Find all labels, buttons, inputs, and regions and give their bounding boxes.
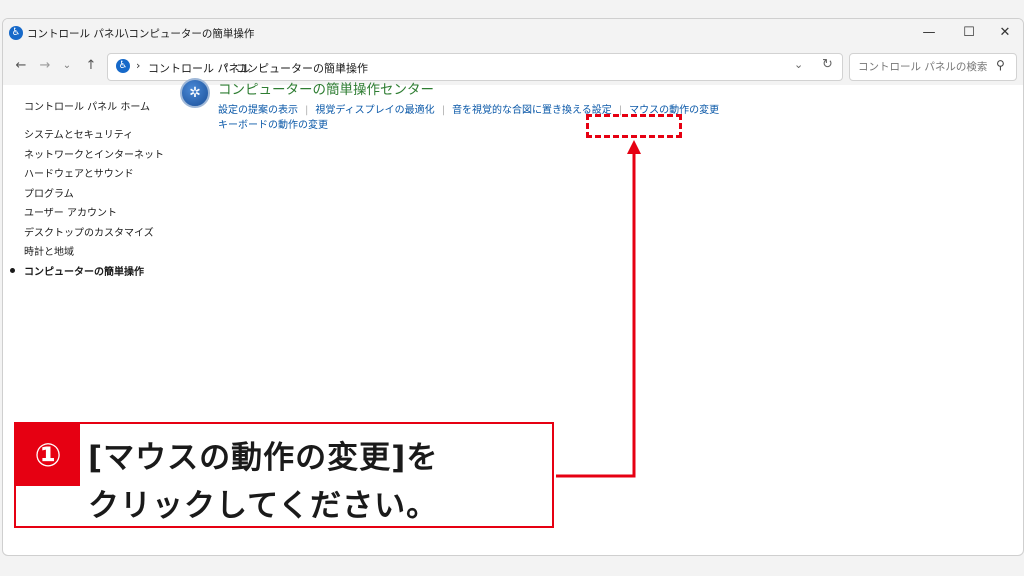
breadcrumb-separator-icon[interactable]: ›: [340, 59, 344, 72]
step-number-badge: ①: [16, 424, 80, 486]
sidebar-item-clock-region[interactable]: 時計と地域: [24, 243, 74, 258]
breadcrumb-ease-of-access[interactable]: コンピューターの簡単操作: [236, 60, 368, 76]
sidebar-item-ease-of-access[interactable]: コンピューターの簡単操作: [24, 263, 144, 278]
sidebar-item-network[interactable]: ネットワークとインターネット: [24, 146, 164, 161]
ease-of-access-center-title[interactable]: コンピューターの簡単操作センター: [218, 78, 434, 98]
accessibility-icon: ♿: [116, 59, 130, 73]
link-optimize-display[interactable]: 視覚ディスプレイの最適化: [315, 105, 434, 116]
instruction-line-2: クリックしてください。: [88, 488, 439, 524]
address-bar[interactable]: ♿ › コントロール パネル › コンピューターの簡単操作 › ⌄ ↻: [107, 53, 843, 81]
instruction-line-1: [マウスの動作の変更]を: [88, 440, 439, 476]
breadcrumb-separator-icon[interactable]: ›: [224, 59, 228, 72]
link-suggested-settings[interactable]: 設定の提案の表示: [218, 105, 298, 116]
window-title: コントロール パネル\コンピューターの簡単操作: [27, 28, 255, 40]
maximize-button[interactable]: ☐: [949, 19, 989, 47]
up-arrow-icon[interactable]: ↑: [81, 56, 101, 76]
active-bullet-icon: [10, 268, 15, 273]
refresh-icon[interactable]: ↻: [822, 57, 833, 72]
breadcrumb-separator-icon[interactable]: ›: [136, 59, 140, 72]
sidebar-item-programs[interactable]: プログラム: [24, 185, 74, 200]
title-bar: ♿ コントロール パネル\コンピューターの簡単操作 — ☐ ✕: [3, 19, 1023, 47]
link-divider: |: [305, 105, 309, 116]
sidebar-item-desktop-customization[interactable]: デスクトップのカスタマイズ: [24, 224, 154, 239]
search-icon[interactable]: ⚲: [996, 58, 1005, 72]
recent-locations-chevron-icon[interactable]: ⌄: [57, 56, 77, 76]
sidebar-item-hardware-sound[interactable]: ハードウェアとサウンド: [24, 165, 134, 180]
forward-arrow-icon[interactable]: →: [35, 56, 55, 76]
address-dropdown-chevron-icon[interactable]: ⌄: [794, 58, 803, 71]
minimize-button[interactable]: —: [909, 19, 949, 47]
sidebar-home-link[interactable]: コントロール パネル ホーム: [24, 98, 150, 113]
accessibility-icon: ♿: [9, 26, 23, 40]
link-divider: |: [441, 105, 446, 116]
close-button[interactable]: ✕: [985, 19, 1023, 47]
instruction-callout: ① [マウスの動作の変更]を クリックしてください。: [14, 422, 554, 528]
sidebar-item-system-security[interactable]: システムとセキュリティ: [24, 126, 133, 141]
link-change-keyboard[interactable]: キーボードの動作の変更: [218, 116, 328, 131]
ease-of-access-center-icon: ✲: [180, 78, 210, 108]
search-box[interactable]: ⚲: [849, 53, 1017, 81]
back-arrow-icon[interactable]: ←: [11, 56, 31, 76]
search-input[interactable]: [856, 58, 990, 76]
highlight-box: [586, 114, 682, 138]
sidebar-item-user-accounts[interactable]: ユーザー アカウント: [24, 204, 117, 219]
navigation-bar: ← → ⌄ ↑ ♿ › コントロール パネル › コンピューターの簡単操作 › …: [3, 47, 1023, 85]
